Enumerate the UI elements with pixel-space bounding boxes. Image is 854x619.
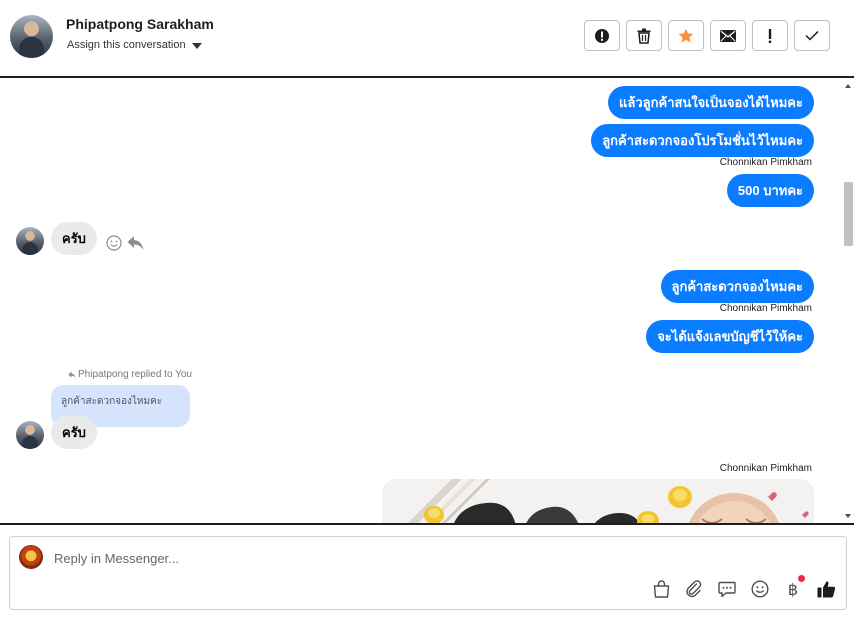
scroll-up-arrow-icon[interactable] — [845, 84, 851, 88]
shopping-bag-icon — [653, 580, 669, 598]
replied-indicator: Phipatpong replied to You — [68, 369, 192, 380]
attach-file-button[interactable] — [684, 579, 704, 599]
assign-conversation-dropdown[interactable]: Assign this conversation — [67, 39, 202, 51]
react-smiley-icon[interactable] — [106, 235, 122, 251]
promo-image — [382, 479, 814, 523]
baht-payment-icon: ฿ — [787, 579, 799, 599]
reply-input[interactable] — [54, 545, 754, 571]
sender-name: Chonnikan Pimkham — [719, 303, 812, 314]
thumbs-up-icon — [817, 581, 835, 598]
emoji-button[interactable] — [750, 579, 770, 599]
incoming-message[interactable]: ครับ — [51, 222, 97, 255]
assign-label: Assign this conversation — [67, 39, 186, 51]
shopping-bag-button[interactable] — [651, 579, 671, 599]
contact-avatar[interactable] — [10, 15, 53, 58]
replied-label-text: Phipatpong replied to You — [78, 369, 192, 380]
conversation-thread[interactable]: แล้วลูกค้าสนใจเป็นจองได้ไหมคะ ลูกค้าสะดว… — [0, 76, 854, 525]
conversation-header: Phipatpong Sarakham Assign this conversa… — [0, 0, 854, 76]
conversation-toolbar — [584, 20, 830, 51]
check-icon — [805, 30, 819, 41]
exclamation-circle-icon — [595, 28, 609, 43]
payment-button[interactable]: ฿ — [783, 575, 805, 599]
star-icon — [678, 28, 694, 43]
envelope-icon — [720, 29, 736, 42]
scroll-down-arrow-icon[interactable] — [845, 514, 851, 518]
saved-reply-icon — [718, 581, 736, 597]
contact-avatar-small[interactable] — [16, 421, 44, 449]
scroll-thumb[interactable] — [844, 182, 853, 246]
conversation-scrollbar[interactable] — [842, 78, 854, 523]
emoji-icon — [751, 580, 769, 598]
paperclip-icon — [686, 580, 702, 598]
notification-dot — [798, 575, 805, 582]
outgoing-message[interactable]: 500 บาทคะ — [726, 174, 814, 207]
sender-name: Chonnikan Pimkham — [719, 157, 812, 168]
page-avatar — [19, 545, 43, 569]
contact-avatar-small[interactable] — [16, 227, 44, 255]
reply-small-icon — [68, 371, 76, 378]
follow-up-button[interactable] — [752, 20, 788, 51]
exclamation-icon — [768, 28, 772, 43]
image-attachment[interactable] — [382, 479, 814, 523]
delete-button[interactable] — [626, 20, 662, 51]
outgoing-message[interactable]: ลูกค้าสะดวกจองไหมคะ — [660, 270, 814, 303]
outgoing-message[interactable]: จะได้แจ้งเลขบัญชีไว้ให้คะ — [646, 320, 814, 353]
star-button[interactable] — [668, 20, 704, 51]
trash-icon — [637, 28, 651, 44]
like-button[interactable] — [816, 579, 836, 599]
saved-reply-button[interactable] — [717, 579, 737, 599]
caret-down-icon — [191, 42, 202, 49]
incoming-message[interactable]: ครับ — [51, 416, 97, 449]
report-issue-button[interactable] — [584, 20, 620, 51]
reply-arrow-icon[interactable] — [127, 235, 144, 251]
message-composer: ฿ — [9, 536, 847, 610]
mark-done-button[interactable] — [794, 20, 830, 51]
mark-unread-button[interactable] — [710, 20, 746, 51]
contact-name[interactable]: Phipatpong Sarakham — [66, 16, 214, 32]
sender-name: Chonnikan Pimkham — [719, 463, 812, 474]
composer-toolbar: ฿ — [651, 575, 836, 599]
outgoing-message[interactable]: แล้วลูกค้าสนใจเป็นจองได้ไหมคะ — [608, 86, 814, 119]
outgoing-message[interactable]: ลูกค้าสะดวกจองโปรโมชั่นไว้ไหมคะ — [591, 124, 814, 157]
